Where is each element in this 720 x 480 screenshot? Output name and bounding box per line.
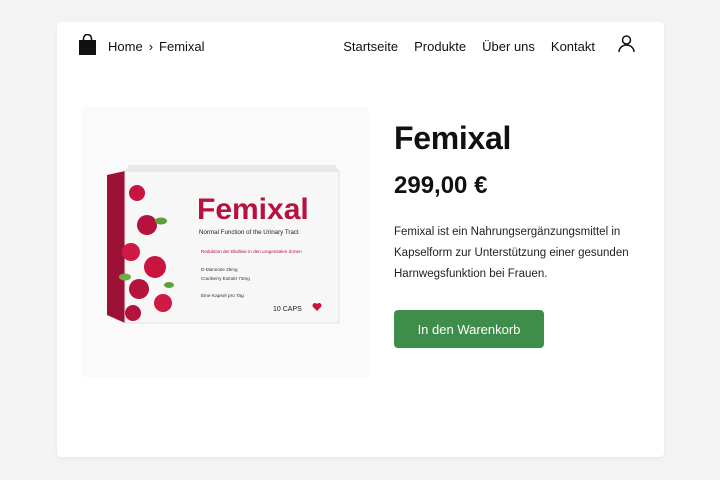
breadcrumb-current: Femixal: [159, 39, 205, 54]
package-count: 10 CAPS: [273, 306, 302, 313]
nav-item-startseite[interactable]: Startseite: [343, 39, 398, 54]
package-bullet-1: Reduktion der Blutlinie in den urogenita…: [201, 249, 302, 254]
nav-item-ueber-uns[interactable]: Über uns: [482, 39, 535, 54]
nav-item-kontakt[interactable]: Kontakt: [551, 39, 595, 54]
shopping-bag-icon[interactable]: [79, 34, 96, 55]
main-nav: Startseite Produkte Über uns Kontakt: [343, 39, 595, 54]
package-subtitle: Normal Function of the Urinary Tract: [199, 229, 299, 236]
package-bullet-2: D-Mannose 35mg: [201, 267, 238, 272]
product-description: Femixal ist ein Nahrungsergänzungsmittel…: [394, 226, 629, 280]
product-package-image: Femixal Normal Function of the Urinary T…: [107, 165, 340, 324]
breadcrumb-home-link[interactable]: Home: [108, 39, 143, 54]
nav-item-produkte[interactable]: Produkte: [414, 39, 466, 54]
package-brand: Femixal: [197, 193, 309, 226]
product-image: Femixal Normal Function of the Urinary T…: [81, 107, 369, 377]
package-bullet-3: Cranberry Extrakt 73mg: [201, 276, 250, 281]
page-card: Home › Femixal Startseite Produkte Über …: [57, 22, 664, 457]
package-dosage: Eine Kapsel pro Tag: [201, 293, 244, 299]
user-icon[interactable]: [618, 35, 635, 53]
product-price: 299,00 €: [394, 172, 488, 199]
add-to-cart-button[interactable]: In den Warenkorb: [394, 310, 544, 348]
breadcrumb-separator: ›: [148, 39, 154, 54]
header: Home › Femixal Startseite Produkte Über …: [57, 22, 664, 70]
breadcrumb: Home › Femixal: [108, 39, 205, 54]
product-title: Femixal: [394, 120, 512, 156]
